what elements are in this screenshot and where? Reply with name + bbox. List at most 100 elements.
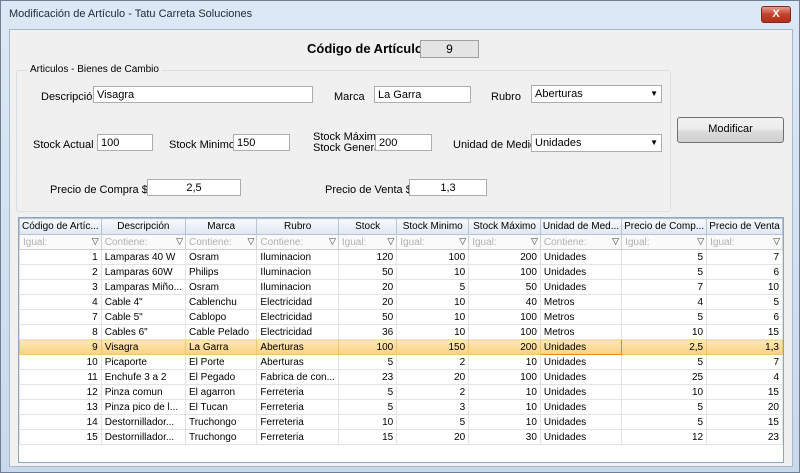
table-cell[interactable]: 23 <box>337 369 398 385</box>
table-cell[interactable]: Cable 4" <box>100 294 186 310</box>
table-cell[interactable]: Osram <box>184 279 258 295</box>
table-cell[interactable]: 120 <box>337 249 398 265</box>
table-cell[interactable]: 10 <box>468 414 541 430</box>
table-cell[interactable]: Ferreteria <box>256 414 339 430</box>
table-cell[interactable]: 100 <box>468 309 541 325</box>
table-cell[interactable]: El agarron <box>184 384 258 400</box>
table-cell[interactable]: 5 <box>621 264 708 280</box>
table-cell[interactable]: 5 <box>396 279 470 295</box>
table-cell[interactable]: 15 <box>337 429 398 445</box>
table-row[interactable]: 11 Enchufe 3 a 2 El Pegado Fabrica de con..… <box>19 369 783 385</box>
table-cell[interactable]: 15 <box>706 414 783 430</box>
table-cell[interactable]: 30 <box>468 429 541 445</box>
table-cell[interactable]: Unidades <box>539 369 623 385</box>
table-cell[interactable]: Aberturas <box>256 339 339 355</box>
table-cell[interactable]: Osram <box>184 249 258 265</box>
table-cell[interactable]: Lamparas 60W <box>100 264 186 280</box>
table-cell[interactable]: 13 <box>19 399 102 415</box>
table-row[interactable]: 4 Cable 4" Cablenchu Electricidad 20 10 40 Metr… <box>19 294 783 310</box>
table-row[interactable]: 1 Lamparas 40 W Osram Iluminacion 120 100 200 U… <box>19 249 783 265</box>
table-cell[interactable]: 6 <box>706 309 783 325</box>
table-cell[interactable]: 5 <box>337 354 398 370</box>
table-cell[interactable]: La Garra <box>184 339 258 355</box>
table-cell[interactable]: Pinza comun <box>100 384 186 400</box>
table-cell[interactable]: 7 <box>706 354 783 370</box>
table-cell[interactable]: Unidades <box>539 249 623 265</box>
table-cell[interactable]: 2 <box>396 354 470 370</box>
table-cell[interactable]: 10 <box>621 324 708 340</box>
stock-maximo-input[interactable]: 200 <box>375 134 432 151</box>
filter-icon[interactable]: ▽ <box>387 236 394 247</box>
column-header[interactable]: Descripción <box>100 218 186 235</box>
marca-input[interactable]: La Garra <box>374 86 471 103</box>
filter-cell[interactable]: Igual: ▽ <box>337 234 398 250</box>
table-cell[interactable]: Destornillador... <box>100 414 186 430</box>
table-cell[interactable]: Pinza pico de l... <box>100 399 186 415</box>
column-header[interactable]: Stock Minimo <box>396 218 470 235</box>
table-cell[interactable]: 15 <box>19 429 102 445</box>
table-cell[interactable]: Iluminacion <box>256 279 339 295</box>
table-cell[interactable]: Ferreteria <box>256 384 339 400</box>
table-cell[interactable]: 7 <box>706 249 783 265</box>
table-cell[interactable]: Enchufe 3 a 2 <box>100 369 186 385</box>
table-cell[interactable]: 10 <box>396 309 470 325</box>
filter-cell[interactable]: Contiene: ▽ <box>184 234 258 250</box>
table-row[interactable]: 14 Destornillador... Truchongo Ferreteria 10… <box>19 414 783 430</box>
table-cell[interactable]: Electricidad <box>256 324 339 340</box>
table-cell[interactable]: 4 <box>621 294 708 310</box>
table-cell[interactable]: Unidades <box>539 384 623 400</box>
table-cell[interactable]: Unidades <box>539 264 623 280</box>
table-cell[interactable]: 200 <box>468 249 541 265</box>
table-cell[interactable]: 36 <box>337 324 398 340</box>
table-cell[interactable]: 150 <box>396 339 470 355</box>
table-cell[interactable]: 20 <box>337 279 398 295</box>
table-cell[interactable]: 10 <box>706 279 783 295</box>
table-cell[interactable]: Unidades <box>539 399 623 415</box>
filter-icon[interactable]: ▽ <box>612 236 619 247</box>
unidad-medida-select[interactable]: Unidades ▼ <box>531 134 662 152</box>
table-cell[interactable]: Ferreteria <box>256 399 339 415</box>
table-cell[interactable]: 20 <box>706 399 783 415</box>
table-cell[interactable]: 25 <box>621 369 708 385</box>
table-cell[interactable]: 10 <box>337 414 398 430</box>
table-cell[interactable]: Metros <box>539 294 623 310</box>
table-cell[interactable]: Metros <box>539 309 623 325</box>
column-header[interactable]: Stock <box>337 218 398 235</box>
filter-cell[interactable]: Contiene: ▽ <box>256 234 339 250</box>
articulos-grid[interactable]: Código de Artíc... Descripción Marca Rubro S… <box>18 217 784 463</box>
table-cell[interactable]: 6 <box>706 264 783 280</box>
column-header[interactable]: Precio de Venta <box>706 218 783 235</box>
table-cell[interactable]: 5 <box>706 294 783 310</box>
filter-icon[interactable]: ▽ <box>697 236 704 247</box>
filter-cell[interactable]: Contiene: ▽ <box>100 234 186 250</box>
filter-icon[interactable]: ▽ <box>531 236 538 247</box>
table-cell[interactable]: Ferreteria <box>256 429 339 445</box>
table-cell[interactable]: 50 <box>337 309 398 325</box>
table-cell[interactable]: 5 <box>337 399 398 415</box>
table-cell[interactable]: Truchongo <box>184 429 258 445</box>
table-cell[interactable]: 12 <box>621 429 708 445</box>
table-cell[interactable]: 1 <box>19 249 102 265</box>
table-cell[interactable]: 200 <box>468 339 541 355</box>
table-cell[interactable]: 4 <box>706 369 783 385</box>
table-cell[interactable]: 3 <box>396 399 470 415</box>
table-cell[interactable]: 1,3 <box>706 339 783 355</box>
table-cell[interactable]: Destornillador... <box>100 429 186 445</box>
table-cell[interactable]: Cable 5" <box>100 309 186 325</box>
table-row[interactable]: 8 Cables 6" Cable Pelado Electricidad 36 10 10… <box>19 324 783 340</box>
table-row[interactable]: 9 Visagra La Garra Aberturas 100 150 200 Unidad… <box>19 339 783 355</box>
table-cell[interactable]: Visagra <box>100 339 186 355</box>
table-cell[interactable]: Truchongo <box>184 414 258 430</box>
table-cell[interactable]: 23 <box>706 429 783 445</box>
table-cell[interactable]: 10 <box>396 324 470 340</box>
table-cell[interactable]: 100 <box>337 339 398 355</box>
table-row[interactable]: 13 Pinza pico de l... El Tucan Ferreteria 5 3… <box>19 399 783 415</box>
table-cell[interactable]: 5 <box>396 414 470 430</box>
table-cell[interactable]: Unidades <box>539 279 623 295</box>
table-cell[interactable]: Unidades <box>539 339 623 355</box>
precio-venta-input[interactable]: 1,3 <box>409 179 487 196</box>
table-row[interactable]: 7 Cable 5" Cablopo Electricidad 50 10 100 Metro… <box>19 309 783 325</box>
table-cell[interactable]: 10 <box>468 354 541 370</box>
filter-icon[interactable]: ▽ <box>773 236 780 247</box>
stock-actual-input[interactable]: 100 <box>97 134 153 151</box>
